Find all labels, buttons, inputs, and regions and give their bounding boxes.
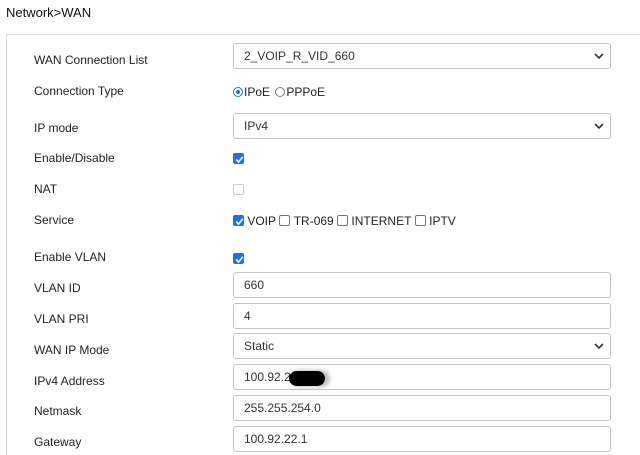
wan-connection-list-select[interactable]: 2_VOIP_R_VID_660 xyxy=(233,43,611,69)
wan-connection-list-label: WAN Connection List xyxy=(34,53,148,67)
nat-checkbox[interactable] xyxy=(233,184,244,196)
radio-pppoe-label: PPPoE xyxy=(286,84,326,99)
chevron-down-icon xyxy=(594,123,604,130)
netmask-label: Netmask xyxy=(34,404,82,418)
enable-disable-checkbox[interactable] xyxy=(233,153,244,165)
radio-ipoe-label: IPoE xyxy=(244,84,271,99)
enable-vlan-label: Enable VLAN xyxy=(34,250,107,264)
vlan-id-value: 660 xyxy=(244,278,265,292)
vlan-id-input[interactable]: 660 xyxy=(233,272,611,298)
service-iptv-label: IPTV xyxy=(429,213,456,228)
wan-ip-mode-select[interactable]: Static xyxy=(233,333,611,359)
vlan-pri-value: 4 xyxy=(244,309,251,323)
ip-mode-label: IP mode xyxy=(34,121,79,135)
wan-ip-mode-label: WAN IP Mode xyxy=(34,343,110,357)
netmask-value: 255.255.254.0 xyxy=(244,401,321,415)
gateway-input[interactable]: 100.92.22.1 xyxy=(233,426,611,452)
chevron-down-icon xyxy=(594,343,604,350)
service-voip-label: VOIP xyxy=(247,213,277,228)
service-label: Service xyxy=(34,213,75,227)
wan-connection-list-value: 2_VOIP_R_VID_660 xyxy=(244,49,355,63)
chevron-down-icon xyxy=(594,53,604,60)
wan-ip-mode-value: Static xyxy=(244,339,275,353)
enable-vlan-checkbox[interactable] xyxy=(233,253,244,265)
ipv4-address-input[interactable]: 100.92.22 xyxy=(233,364,611,390)
vlan-id-label: VLAN ID xyxy=(34,281,81,295)
service-internet-checkbox[interactable] xyxy=(337,215,349,227)
radio-ipoe[interactable] xyxy=(233,86,243,97)
vlan-pri-input[interactable]: 4 xyxy=(233,303,611,329)
vlan-pri-label: VLAN PRI xyxy=(34,312,89,326)
radio-pppoe[interactable] xyxy=(275,86,286,97)
ip-mode-select[interactable]: IPv4 xyxy=(233,113,611,139)
service-voip-checkbox[interactable] xyxy=(233,215,244,227)
ipv4-address-label: IPv4 Address xyxy=(34,374,105,388)
ip-mode-value: IPv4 xyxy=(244,119,269,133)
checkmark-icon xyxy=(235,156,244,164)
gateway-label: Gateway xyxy=(34,435,82,449)
wan-settings-panel: WAN Connection List 2_VOIP_R_VID_660 Con… xyxy=(6,34,640,455)
service-tr069-checkbox[interactable] xyxy=(279,215,291,227)
netmask-input[interactable]: 255.255.254.0 xyxy=(233,395,611,421)
service-iptv-checkbox[interactable] xyxy=(414,215,426,227)
breadcrumb: Network>WAN xyxy=(0,0,640,32)
enable-disable-label: Enable/Disable xyxy=(34,151,115,165)
breadcrumb-text: Network>WAN xyxy=(6,5,92,20)
checkmark-icon xyxy=(235,218,244,226)
service-tr069-label: TR-069 xyxy=(293,213,334,228)
connection-type-label: Connection Type xyxy=(34,84,124,98)
gateway-value: 100.92.22.1 xyxy=(244,432,308,446)
nat-label: NAT xyxy=(34,182,58,196)
service-internet-label: INTERNET xyxy=(351,213,412,228)
redaction-mark xyxy=(289,371,325,386)
checkmark-icon xyxy=(235,256,244,264)
